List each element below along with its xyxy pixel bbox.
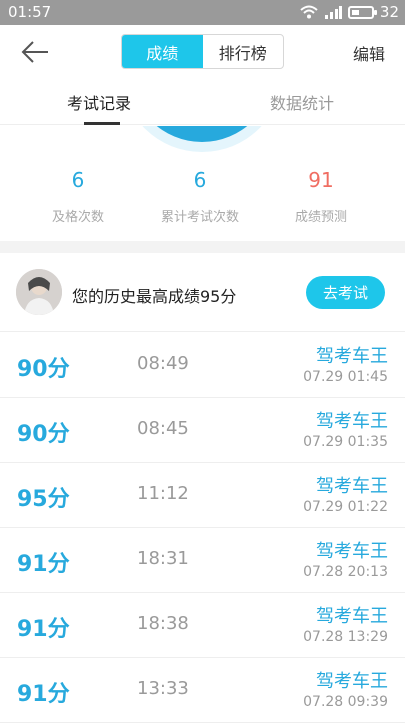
stats-panel: 6 及格次数 6 累计考试次数 91 成绩预测 — [0, 160, 405, 240]
record-score: 90分 — [17, 357, 70, 382]
stat-total-exams: 6 累计考试次数 — [140, 168, 260, 225]
record-duration: 08:49 — [137, 353, 189, 374]
avatar[interactable] — [16, 269, 62, 315]
record-duration: 11:12 — [137, 483, 189, 504]
top-nav: 成绩 排行榜 编辑 — [0, 25, 405, 80]
list-item[interactable]: 90分 08:45 驾考车王 07.29 01:35 — [0, 398, 405, 463]
record-brand: 驾考车王 — [316, 541, 388, 562]
stat-value: 6 — [193, 168, 207, 192]
stat-value: 6 — [71, 168, 85, 192]
record-brand: 驾考车王 — [316, 671, 388, 692]
segment-control: 成绩 排行榜 — [121, 34, 284, 69]
record-brand: 驾考车王 — [316, 346, 388, 367]
list-item[interactable]: 95分 11:12 驾考车王 07.29 01:22 — [0, 463, 405, 528]
record-datetime: 07.29 01:22 — [303, 499, 388, 515]
back-arrow-icon[interactable] — [18, 37, 52, 67]
best-score-row: 您的历史最高成绩95分 去考试 — [0, 253, 405, 332]
exam-records-list: 90分 08:49 驾考车王 07.29 01:45 90分 08:45 驾考车… — [0, 333, 405, 723]
stat-score-prediction: 91 成绩预测 — [261, 168, 381, 225]
record-datetime: 07.29 01:45 — [303, 369, 388, 385]
record-duration: 18:31 — [137, 548, 189, 569]
wifi-icon — [300, 5, 318, 19]
edit-button[interactable]: 编辑 — [353, 41, 385, 65]
status-icons: 32 — [300, 3, 399, 21]
status-time: 01:57 — [8, 3, 52, 21]
list-item[interactable]: 90分 08:49 驾考车王 07.29 01:45 — [0, 333, 405, 398]
status-bar: 01:57 32 — [0, 0, 405, 25]
list-item[interactable]: 91分 13:33 驾考车王 07.28 09:39 — [0, 658, 405, 723]
tab-exam-records[interactable]: 考试记录 — [67, 90, 131, 114]
record-duration: 18:38 — [137, 613, 189, 634]
record-score: 90分 — [17, 422, 70, 447]
record-datetime: 07.28 13:29 — [303, 629, 388, 645]
tab-bar: 考试记录 数据统计 — [0, 80, 405, 125]
signal-icon — [324, 6, 342, 19]
stat-label: 成绩预测 — [294, 210, 347, 225]
record-datetime: 07.29 01:35 — [303, 434, 388, 450]
record-score: 95分 — [17, 487, 70, 512]
tab-underline — [84, 122, 120, 125]
record-brand: 驾考车王 — [316, 606, 388, 627]
stat-value: 91 — [308, 168, 334, 192]
score-gauge — [0, 126, 405, 156]
record-duration: 08:45 — [137, 418, 189, 439]
battery-icon — [347, 5, 377, 19]
record-score: 91分 — [17, 552, 70, 577]
best-score-text: 您的历史最高成绩95分 — [72, 287, 237, 306]
list-item[interactable]: 91分 18:31 驾考车王 07.28 20:13 — [0, 528, 405, 593]
segment-ranking[interactable]: 排行榜 — [203, 35, 284, 68]
list-item[interactable]: 91分 18:38 驾考车王 07.28 13:29 — [0, 593, 405, 658]
record-brand: 驾考车王 — [316, 411, 388, 432]
record-brand: 驾考车王 — [316, 476, 388, 497]
record-datetime: 07.28 20:13 — [303, 564, 388, 580]
record-duration: 13:33 — [137, 678, 189, 699]
stat-label: 及格次数 — [51, 210, 104, 225]
take-exam-button[interactable]: 去考试 — [306, 276, 385, 309]
segment-scores[interactable]: 成绩 — [122, 35, 203, 68]
record-score: 91分 — [17, 682, 70, 707]
stat-label: 累计考试次数 — [160, 210, 239, 225]
tab-data-stats[interactable]: 数据统计 — [270, 90, 334, 114]
section-divider — [0, 241, 405, 253]
record-datetime: 07.28 09:39 — [303, 694, 388, 710]
battery-level: 32 — [379, 3, 399, 21]
record-score: 91分 — [17, 617, 70, 642]
stat-pass-count: 6 及格次数 — [18, 168, 138, 225]
